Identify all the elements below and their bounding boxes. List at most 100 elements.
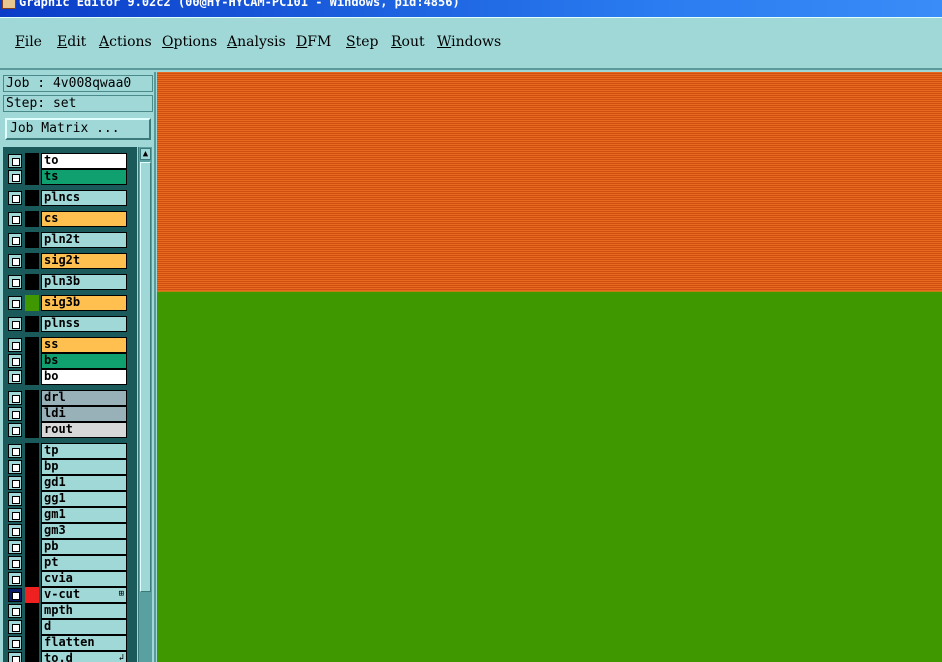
layer-color-swatch[interactable] [25,475,39,491]
layer-color-swatch[interactable] [25,555,39,571]
layer-row-pln3b[interactable]: pln3b [5,274,127,290]
layer-name-label[interactable]: bp [41,459,127,475]
layer-visibility-checkbox[interactable] [8,476,22,490]
layer-row-sig2t[interactable]: sig2t [5,253,127,269]
layer-name-label[interactable]: pt [41,555,127,571]
layer-visibility-checkbox[interactable] [8,275,22,289]
layer-visibility-checkbox[interactable] [8,508,22,522]
layer-visibility-checkbox[interactable] [8,338,22,352]
layer-row-gd1[interactable]: gd1 [5,475,127,491]
layer-name-label[interactable]: v-cut ⊞ [41,587,127,603]
layer-color-swatch[interactable] [25,619,39,635]
layer-color-swatch[interactable] [25,337,39,353]
menu-file[interactable]: File [15,34,42,50]
layer-name-label[interactable]: bs [41,353,127,369]
layer-row-bo[interactable]: bo [5,369,127,385]
layer-name-label[interactable]: d [41,619,127,635]
layer-row-plncs[interactable]: plncs [5,190,127,206]
layer-name-label[interactable]: plncs [41,190,127,206]
menu-rout[interactable]: Rout [391,34,425,50]
layer-color-swatch[interactable] [25,316,39,332]
layer-row-pln2t[interactable]: pln2t [5,232,127,248]
layer-color-swatch[interactable] [25,571,39,587]
layer-name-label[interactable]: sig3b [41,295,127,311]
layer-name-label[interactable]: gm1 [41,507,127,523]
menu-options[interactable]: Options [162,34,217,50]
layer-row-v-cut[interactable]: v-cut ⊞ [5,587,127,603]
layer-color-swatch[interactable] [25,587,39,603]
layer-color-swatch[interactable] [25,422,39,438]
layer-name-label[interactable]: to [41,153,127,169]
layer-color-swatch[interactable] [25,353,39,369]
layer-row-tp[interactable]: tp [5,443,127,459]
layer-name-label[interactable]: drl [41,390,127,406]
layer-visibility-checkbox[interactable] [8,354,22,368]
layer-row-bs[interactable]: bs [5,353,127,369]
layer-visibility-checkbox[interactable] [8,154,22,168]
layer-visibility-checkbox[interactable] [8,604,22,618]
layer-visibility-checkbox[interactable] [8,524,22,538]
menu-analysis[interactable]: Analysis [227,34,286,50]
layer-visibility-checkbox[interactable] [8,233,22,247]
layer-row-gm3[interactable]: gm3 [5,523,127,539]
layer-name-label[interactable]: to.d ↲ [41,651,127,662]
menu-actions[interactable]: Actions [99,34,152,50]
layer-name-label[interactable]: gd1 [41,475,127,491]
layer-visibility-checkbox[interactable] [8,652,22,662]
layer-visibility-checkbox[interactable] [8,492,22,506]
layer-color-swatch[interactable] [25,190,39,206]
layer-color-swatch[interactable] [25,169,39,185]
layer-color-swatch[interactable] [25,295,39,311]
layer-name-label[interactable]: bo [41,369,127,385]
layer-row-plnss[interactable]: plnss [5,316,127,332]
layer-name-label[interactable]: ts [41,169,127,185]
layer-color-swatch[interactable] [25,539,39,555]
scroll-thumb[interactable] [140,162,151,592]
layer-visibility-checkbox[interactable] [8,370,22,384]
layer-visibility-checkbox[interactable] [8,556,22,570]
layer-row-sig3b[interactable]: sig3b [5,295,127,311]
layer-name-label[interactable]: gg1 [41,491,127,507]
layer-name-label[interactable]: pb [41,539,127,555]
layer-name-label[interactable]: cvia [41,571,127,587]
layer-row-gm1[interactable]: gm1 [5,507,127,523]
layer-row-rout[interactable]: rout [5,422,127,438]
layer-color-swatch[interactable] [25,459,39,475]
layer-visibility-checkbox[interactable] [8,540,22,554]
layer-visibility-checkbox[interactable] [8,170,22,184]
layer-name-label[interactable]: pln2t [41,232,127,248]
layer-name-label[interactable]: mpth [41,603,127,619]
menu-windows[interactable]: Windows [437,34,501,50]
layer-color-swatch[interactable] [25,369,39,385]
layer-color-swatch[interactable] [25,603,39,619]
menu-dfm[interactable]: DFM [296,34,331,50]
layer-row-ldi[interactable]: ldi [5,406,127,422]
layer-color-swatch[interactable] [25,390,39,406]
layer-visibility-checkbox[interactable] [8,407,22,421]
layer-visibility-checkbox[interactable] [8,444,22,458]
layer-name-label[interactable]: gm3 [41,523,127,539]
layer-name-label[interactable]: tp [41,443,127,459]
layer-row-d[interactable]: d [5,619,127,635]
layer-visibility-checkbox[interactable] [8,460,22,474]
window-titlebar[interactable]: Graphic Editor 9.02c2 (00@HY-HYCAM-PC101… [0,0,942,17]
layer-visibility-checkbox[interactable] [8,423,22,437]
layer-row-cvia[interactable]: cvia [5,571,127,587]
layer-color-swatch[interactable] [25,274,39,290]
layer-row-to-d[interactable]: to.d ↲ [5,651,127,662]
layer-color-swatch[interactable] [25,507,39,523]
layer-row-gg1[interactable]: gg1 [5,491,127,507]
layer-color-swatch[interactable] [25,211,39,227]
layer-color-swatch[interactable] [25,153,39,169]
layer-visibility-checkbox[interactable] [8,296,22,310]
layer-visibility-checkbox[interactable] [8,317,22,331]
layer-color-swatch[interactable] [25,406,39,422]
layer-color-swatch[interactable] [25,232,39,248]
layer-visibility-checkbox[interactable] [8,254,22,268]
layer-name-label[interactable]: sig2t [41,253,127,269]
layer-row-mpth[interactable]: mpth [5,603,127,619]
layer-visibility-checkbox[interactable] [8,588,22,602]
layer-list-scrollbar[interactable]: ▲ [138,147,152,662]
job-matrix-button[interactable]: Job Matrix ... [5,118,151,140]
layer-color-swatch[interactable] [25,253,39,269]
